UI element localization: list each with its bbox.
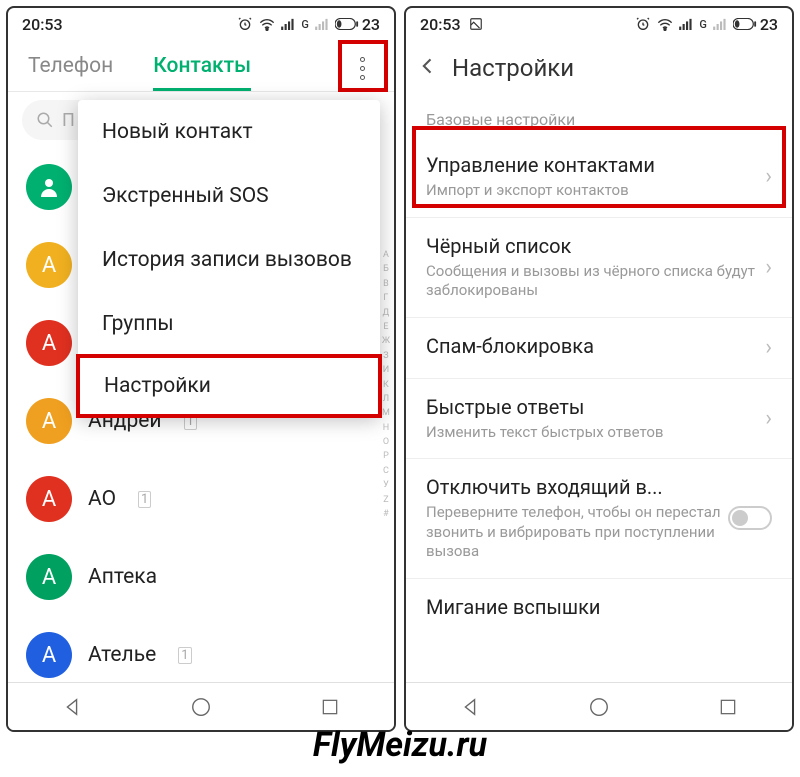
setting-title: Быстрые ответы: [426, 395, 765, 419]
nav-recent[interactable]: [316, 693, 344, 721]
search-icon: [36, 111, 54, 129]
title-bar: Настройки: [406, 40, 792, 96]
chevron-right-icon: ›: [765, 255, 772, 280]
signal2-icon: [713, 18, 727, 30]
menu-new-contact[interactable]: Новый контакт: [78, 100, 380, 164]
nav-bar: [8, 682, 394, 730]
avatar: А: [26, 398, 72, 444]
menu-settings[interactable]: Настройки: [76, 354, 382, 418]
battery-icon: 23: [335, 15, 380, 34]
tab-phone[interactable]: Телефон: [8, 40, 133, 91]
signal-icon: [281, 18, 295, 30]
signal-type: G: [699, 18, 707, 31]
toggle-flip-mute[interactable]: [728, 506, 772, 530]
settings-list: Базовые настройки Управление контактами …: [406, 96, 792, 639]
menu-call-history[interactable]: История записи вызовов: [78, 228, 380, 292]
avatar: [26, 164, 72, 210]
contact-name: АО: [88, 487, 116, 511]
wifi-icon: [657, 17, 673, 31]
back-icon[interactable]: [418, 54, 438, 82]
nav-home[interactable]: [187, 693, 215, 721]
tabs: Телефон Контакты: [8, 40, 394, 92]
setting-flash-blink[interactable]: Мигание вспышки: [406, 579, 792, 639]
setting-title: Отключить входящий в...: [426, 475, 728, 499]
battery-icon: 23: [733, 15, 778, 34]
signal2-icon: [315, 18, 329, 30]
setting-title: Спам-блокировка: [426, 334, 765, 358]
nav-back[interactable]: [58, 693, 86, 721]
wifi-icon: [259, 17, 275, 31]
context-menu: Новый контакт Экстренный SOS История зап…: [78, 100, 380, 416]
setting-flip-mute[interactable]: Отключить входящий в... Переверните теле…: [406, 459, 792, 579]
contact-name: Ателье: [88, 643, 156, 667]
battery-level: 23: [362, 15, 380, 34]
highlight-manage: [412, 126, 786, 208]
avatar: А: [26, 632, 72, 678]
tab-contacts[interactable]: Контакты: [133, 40, 271, 91]
index-scroll[interactable]: АБВГДЕЖЗИКЛМНОРСУZ#: [382, 248, 390, 521]
nav-bar: [406, 682, 792, 730]
list-item[interactable]: А АО 1: [8, 460, 394, 538]
avatar: А: [26, 476, 72, 522]
status-time: 20:53: [22, 15, 63, 34]
setting-sub: Сообщения и вызовы из чёрного списка буд…: [426, 262, 765, 301]
nav-home[interactable]: [585, 693, 613, 721]
setting-spam-block[interactable]: Спам-блокировка ›: [406, 318, 792, 379]
setting-title: Чёрный список: [426, 234, 765, 258]
chevron-right-icon: ›: [765, 406, 772, 431]
sim-icon: 1: [178, 647, 191, 664]
nav-recent[interactable]: [714, 693, 742, 721]
page-title: Настройки: [452, 54, 574, 82]
avatar: А: [26, 320, 72, 366]
alarm-icon: [635, 16, 651, 32]
status-bar: 20:53 G 23: [8, 8, 394, 40]
screenshot-icon: [469, 17, 483, 31]
setting-quick-replies[interactable]: Быстрые ответы Изменить текст быстрых от…: [406, 379, 792, 460]
menu-emergency-sos[interactable]: Экстренный SOS: [78, 164, 380, 228]
alarm-icon: [237, 16, 253, 32]
avatar: A: [26, 242, 72, 288]
menu-groups[interactable]: Группы: [78, 292, 380, 356]
sim-icon: 1: [138, 491, 151, 508]
setting-title: Мигание вспышки: [426, 595, 772, 619]
nav-back[interactable]: [456, 693, 484, 721]
setting-sub: Переверните телефон, чтобы он перестал з…: [426, 503, 728, 562]
highlight-more: [338, 40, 388, 92]
list-item[interactable]: А Аптека: [8, 538, 394, 616]
chevron-right-icon: ›: [765, 335, 772, 360]
phone-screen-contacts: 20:53 G 23: [6, 6, 396, 732]
avatar: А: [26, 554, 72, 600]
watermark: FlyMeizu.ru: [313, 725, 487, 765]
status-bar: 20:53 G 23: [406, 8, 792, 40]
battery-level: 23: [760, 15, 778, 34]
signal-type: G: [301, 18, 309, 31]
status-time: 20:53: [420, 15, 461, 34]
setting-blacklist[interactable]: Чёрный список Сообщения и вызовы из чёрн…: [406, 218, 792, 318]
contact-name: Аптека: [88, 565, 157, 589]
phone-screen-settings: 20:53 G 23: [404, 6, 794, 732]
setting-sub: Изменить текст быстрых ответов: [426, 423, 765, 443]
signal-icon: [679, 18, 693, 30]
